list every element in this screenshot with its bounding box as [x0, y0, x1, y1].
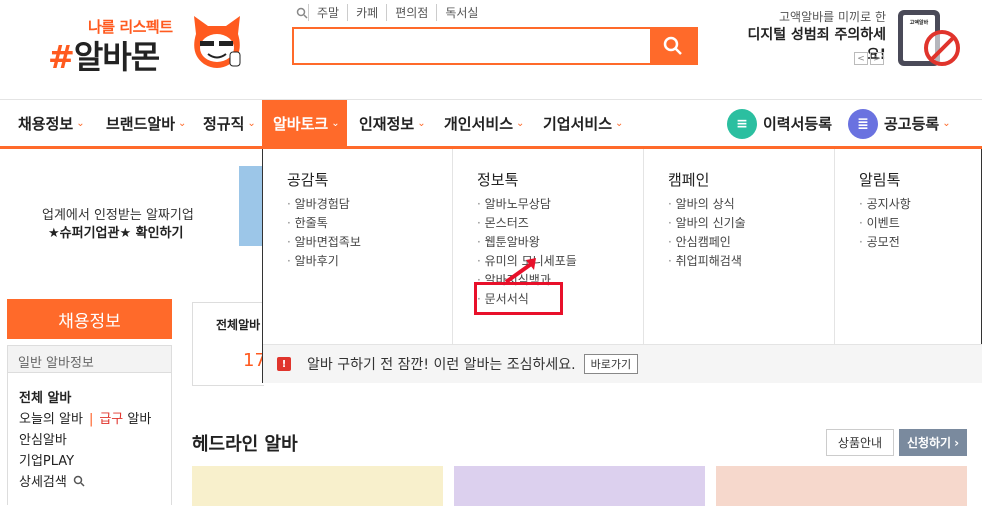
dropdown-column-campaign: 캠페인 알바의 상식 알바의 신기술 안심캠페인 취업피해검색	[644, 149, 835, 344]
dropdown-column-empathy: 공감톡 알바경험담 한줄톡 알바면접족보 알바후기	[263, 149, 453, 344]
stats-title: 전체알바	[216, 318, 261, 332]
warning-text: 알바 구하기 전 잠깐! 이런 알바는 조심하세요.	[307, 357, 576, 373]
resume-register-button[interactable]: ≡ 이력서등록	[727, 100, 832, 147]
nav-item-recruit[interactable]: 채용정보 ⌄	[18, 100, 85, 147]
dropdown-item[interactable]: 한줄톡	[287, 214, 328, 231]
dropdown-column-notice: 알림톡 공지사항 이벤트 공모전	[835, 149, 982, 344]
chevron-down-icon: ⌄	[247, 118, 256, 129]
sidebar-item-company[interactable]: 기업PLAY	[19, 450, 74, 469]
product-info-button[interactable]: 상품안내	[826, 429, 894, 456]
headline-card[interactable]	[716, 466, 967, 506]
search-bar	[292, 27, 698, 65]
ad-arrows: < >	[854, 52, 884, 65]
column-title: 알림톡	[859, 171, 901, 189]
chevron-down-icon: ⌄	[942, 118, 951, 129]
search-button[interactable]	[650, 29, 696, 63]
chevron-down-icon: ⌄	[178, 118, 187, 129]
dropdown-item[interactable]: 웹툰알바왕	[477, 233, 540, 250]
promo-link[interactable]: ★슈퍼기업관★ 확인하기	[48, 222, 183, 241]
chevron-right-icon: ›	[954, 435, 960, 450]
apply-button[interactable]: 신청하기 ›	[899, 429, 967, 456]
column-title: 공감톡	[287, 171, 329, 189]
prohibited-icon	[924, 30, 960, 66]
quick-links: 주말 카페 편의점 독서실	[296, 4, 486, 21]
sidebar-item-today: 오늘의 알바 | 급구 알바	[19, 408, 151, 427]
logo-hash: #	[48, 38, 75, 76]
dropdown-item[interactable]: 공모전	[859, 233, 900, 250]
go-button[interactable]: 바로가기	[583, 354, 639, 374]
dropdown-item[interactable]: 알바의 상식	[668, 195, 735, 212]
promo-image	[239, 166, 263, 246]
sidebar-item-urgent-suffix: 알바	[127, 412, 152, 427]
document-icon: ≣	[848, 108, 878, 139]
dropdown-item[interactable]: 이벤트	[859, 214, 900, 231]
divider: |	[88, 412, 94, 427]
sidebar-item-safe[interactable]: 안심알바	[19, 429, 67, 448]
dropdown-item[interactable]: 알바후기	[287, 252, 339, 269]
search-icon	[296, 7, 308, 19]
logo[interactable]: #알바몬	[48, 32, 160, 78]
dropdown-item[interactable]: 알바노무상담	[477, 195, 551, 212]
chevron-down-icon: ⌄	[615, 118, 624, 129]
search-icon	[73, 475, 85, 487]
nav-item-talent[interactable]: 인재정보 ⌄	[359, 100, 426, 147]
ad-next-button[interactable]: >	[870, 52, 884, 65]
dropdown-item[interactable]: 공지사항	[859, 195, 911, 212]
highlight-box	[474, 282, 563, 315]
dropdown-item[interactable]: 취업피해검색	[668, 252, 742, 269]
dropdown-item[interactable]: 몬스터즈	[477, 214, 529, 231]
ad-text-line1: 고액알바를 미끼로 한	[779, 10, 886, 24]
search-input[interactable]	[294, 29, 650, 63]
phone-screen-text: 고액알바	[909, 20, 929, 26]
chevron-down-icon: ⌄	[331, 118, 340, 129]
column-title: 캠페인	[668, 171, 710, 189]
nav-item-business[interactable]: 기업서비스 ⌄	[543, 100, 623, 147]
chevron-down-icon: ⌄	[516, 118, 525, 129]
dropdown-item[interactable]: 알바면접족보	[287, 233, 361, 250]
column-title: 정보톡	[477, 171, 519, 189]
sidebar-item-urgent[interactable]: 급구	[99, 412, 123, 427]
nav-item-brand[interactable]: 브랜드알바 ⌄	[106, 100, 186, 147]
quick-link-cafe[interactable]: 카페	[347, 4, 386, 21]
headline-card[interactable]	[454, 466, 705, 506]
nav-item-albatalk[interactable]: 알바토크 ⌄	[262, 100, 347, 147]
mascot-icon	[194, 16, 241, 68]
nav-item-personal[interactable]: 개인서비스 ⌄	[444, 100, 524, 147]
resume-icon: ≡	[727, 108, 757, 139]
post-register-button[interactable]: ≣ 공고등록 ⌄	[848, 100, 951, 147]
sidebar-item-all[interactable]: 전체 알바	[19, 387, 71, 406]
search-icon	[663, 36, 682, 55]
dropdown-item[interactable]: 알바의 신기술	[668, 214, 746, 231]
headline-card[interactable]	[192, 466, 443, 506]
ad-prev-button[interactable]: <	[854, 52, 868, 65]
promo-text[interactable]: 업계에서 인정받는 알짜기업	[42, 204, 194, 223]
main-nav: 채용정보 ⌄ 브랜드알바 ⌄ 정규직 ⌄ 알바토크 ⌄ 인재정보 ⌄ 개인서비스 ⌄ 기업서…	[0, 99, 982, 149]
warning-bar: ! 알바 구하기 전 잠깐! 이런 알바는 조심하세요. 바로가기	[263, 344, 982, 383]
warning-icon: !	[277, 357, 291, 371]
quick-link-weekend[interactable]: 주말	[308, 4, 347, 21]
dropdown-item[interactable]: 알바경험담	[287, 195, 350, 212]
headline-title: 헤드라인 알바	[192, 434, 298, 455]
sidebar-recruit-button[interactable]: 채용정보	[7, 299, 172, 339]
sidebar-head: 일반 알바정보	[8, 346, 171, 373]
dropdown-item[interactable]: 안심캠페인	[668, 233, 731, 250]
quick-link-studyroom[interactable]: 독서실	[436, 4, 486, 21]
logo-text: 알바몬	[73, 38, 160, 76]
nav-item-fulltime[interactable]: 정규직 ⌄	[203, 100, 256, 147]
sidebar-item-today-link[interactable]: 오늘의 알바	[19, 412, 83, 427]
stats-box	[192, 302, 264, 386]
sidebar-item-detail[interactable]: 상세검색	[19, 471, 85, 490]
chevron-down-icon: ⌄	[417, 118, 426, 129]
quick-link-convenience[interactable]: 편의점	[386, 4, 436, 21]
chevron-down-icon: ⌄	[76, 118, 85, 129]
